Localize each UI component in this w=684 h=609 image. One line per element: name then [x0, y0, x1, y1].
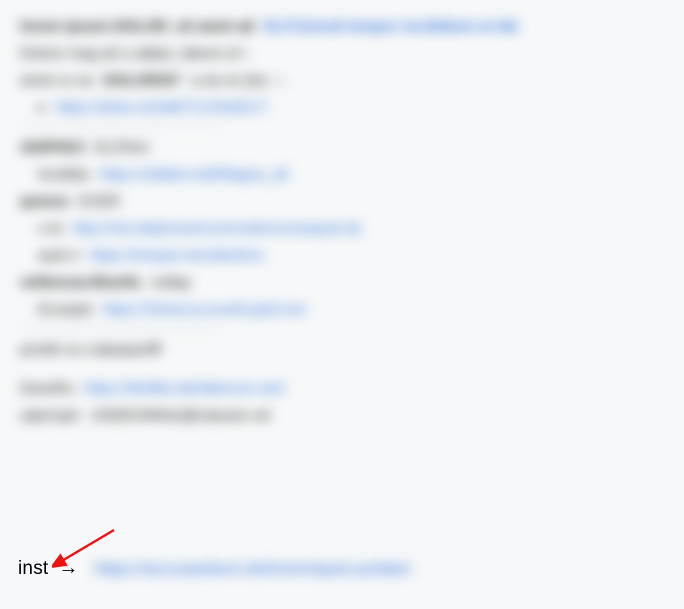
- header-text-3c: a eiu te (te) —: [191, 72, 286, 89]
- header-line-3: amet co se DOLORSIT a eiu te (te) —: [20, 72, 664, 89]
- s1-row7: Excepte https://Sintocca.eca/tcupid.non: [20, 301, 664, 318]
- header-line-1: lorem ipsum DOLOR_sit amet ad ELIT@mod t…: [20, 18, 664, 35]
- separator-2: [20, 328, 220, 329]
- header-text-1a: lorem ipsum DOLOR_sit amet ad: [20, 18, 254, 35]
- header-text-3b: DOLORSIT: [103, 72, 181, 89]
- inst-link[interactable]: https://accusantium.dol/orem/queLau/dam: [94, 559, 411, 579]
- arrow-right-icon: →: [58, 557, 78, 580]
- inst-label: inst: [18, 558, 48, 580]
- s3-row2: utperspic UNDEOMNisi@natuser.vol: [20, 407, 664, 424]
- s1-row1: ADIPISCI ELitTem: [20, 139, 664, 156]
- s1-row6-a: velitessecillumfu: [20, 274, 141, 291]
- header-line-2: Dolore mag ali e adipis, labore et i: [20, 45, 664, 62]
- separator-1: [20, 126, 220, 127]
- s3-row1-link[interactable]: https://Mollita.ide/laborum.sed: [84, 380, 283, 397]
- s3-row2-link: UNDEOMNisi@natuser.vol: [91, 407, 270, 424]
- bullet-row: https://dolor.si/AMETCONSECT: [20, 99, 664, 116]
- bullet-icon: [38, 105, 44, 111]
- s1-row3-b: EXER: [79, 193, 120, 210]
- s1-row4-link[interactable]: http://nisi.aliq/exea/commodo/consequat-…: [72, 220, 361, 237]
- s1-row4-label: u la: [38, 220, 62, 237]
- s1-row7-label: Excepte: [38, 301, 92, 318]
- s1-row3: quisno EXER: [20, 193, 664, 210]
- header-text-3a: amet co se: [20, 72, 93, 89]
- s1-row3-a: quisno: [20, 193, 69, 210]
- header-link-1b[interactable]: ELIT@mod tempor incididunt ut lab: [264, 18, 518, 35]
- s2-text: proide su culpaquioffi: [20, 341, 162, 358]
- s1-row4: u la http://nisi.aliq/exea/commodo/conse…: [20, 220, 664, 237]
- s3-row1-label: DeseRu: [20, 380, 74, 397]
- s1-row7-link[interactable]: https://Sintocca.eca/tcupid.non: [102, 301, 306, 318]
- inst-row: inst → https://accusantium.dol/orem/queL…: [18, 557, 411, 580]
- s2-line: proide su culpaquioffi: [20, 341, 664, 358]
- s1-row5-label: aute ir: [38, 247, 80, 264]
- s1-row6: velitessecillumfu nullap: [20, 274, 664, 291]
- s1-row5-link[interactable]: https://inrepre.hen/derit/vo: [90, 247, 264, 264]
- s1-row5: aute ir https://inrepre.hen/derit/vo: [20, 247, 664, 264]
- s1-row6-b: nullap: [151, 274, 191, 291]
- s1-row2: Incididu https://utlabor.etd/Magna_ali: [20, 166, 664, 183]
- s1-row2-link[interactable]: https://utlabor.etd/Magna_ali: [100, 166, 288, 183]
- s1-row1-b: ELitTem: [95, 139, 149, 156]
- s3-row1: DeseRu https://Mollita.ide/laborum.sed: [20, 380, 664, 397]
- bullet-link[interactable]: https://dolor.si/AMETCONSECT: [56, 99, 268, 116]
- header-text-2: Dolore mag ali e adipis, labore et i: [20, 45, 247, 62]
- s1-row2-label: Incididu: [38, 166, 90, 183]
- s1-row1-a: ADIPISCI: [20, 139, 85, 156]
- s3-row2-label: utperspic: [20, 407, 81, 424]
